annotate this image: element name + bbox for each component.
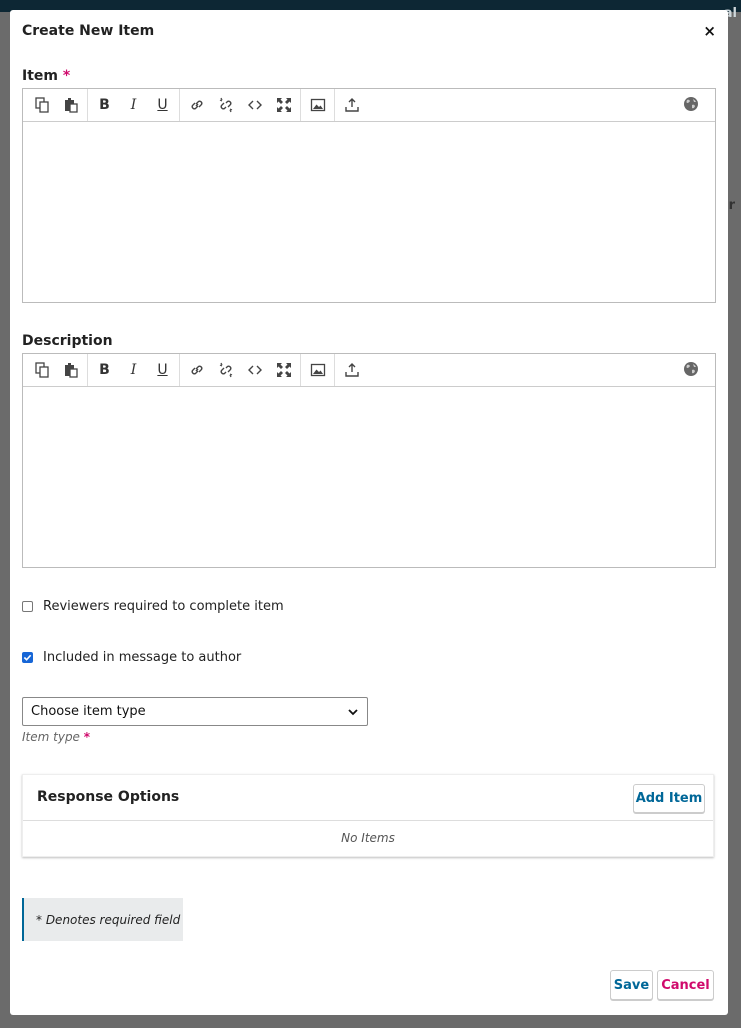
italic-button[interactable]: I	[119, 357, 148, 383]
response-options-panel: Response Options Add Item No Items	[22, 774, 714, 857]
modal-title: Create New Item	[22, 23, 155, 39]
unlink-icon[interactable]	[211, 92, 240, 118]
close-button[interactable]: ×	[703, 24, 716, 39]
included-in-message-checkbox[interactable]	[22, 652, 33, 663]
link-icon[interactable]	[182, 92, 211, 118]
response-options-empty: No Items	[341, 831, 395, 845]
unlink-icon[interactable]	[211, 357, 240, 383]
description-field-label: Description	[22, 333, 113, 349]
chevron-down-icon	[348, 708, 358, 715]
description-editor-content[interactable]	[23, 387, 715, 567]
toolbar-group-clipboard	[25, 89, 88, 121]
add-item-button[interactable]: Add Item	[633, 784, 705, 813]
paste-icon[interactable]	[56, 357, 85, 383]
required-marker: *	[83, 730, 91, 744]
backdrop-partial-text: r	[728, 198, 735, 213]
included-in-message-row[interactable]: Included in message to author	[22, 650, 241, 665]
reviewers-required-checkbox[interactable]	[22, 601, 33, 612]
code-icon[interactable]	[240, 357, 269, 383]
item-field-label: Item *	[22, 68, 70, 84]
response-options-title: Response Options	[37, 789, 180, 805]
response-options-header: Response Options Add Item	[23, 775, 713, 821]
item-editor-content[interactable]	[23, 122, 715, 302]
item-editor: B I U	[22, 88, 716, 303]
upload-icon[interactable]	[337, 357, 366, 383]
item-type-select[interactable]: Choose item type	[22, 697, 368, 726]
cancel-button[interactable]: Cancel	[657, 970, 714, 1000]
link-icon[interactable]	[182, 357, 211, 383]
upload-icon[interactable]	[337, 92, 366, 118]
fullscreen-icon[interactable]	[269, 92, 298, 118]
globe-icon[interactable]	[683, 361, 699, 381]
toolbar-group-clipboard	[25, 354, 88, 386]
copy-icon[interactable]	[27, 357, 56, 383]
item-type-description: Item type *	[22, 730, 90, 744]
description-editor: B I U	[22, 353, 716, 568]
fullscreen-icon[interactable]	[269, 357, 298, 383]
paste-icon[interactable]	[56, 92, 85, 118]
checkmark-icon	[23, 654, 32, 661]
underline-button[interactable]: U	[148, 92, 177, 118]
globe-icon[interactable]	[683, 96, 699, 116]
item-editor-toolbar: B I U	[23, 89, 715, 122]
toolbar-group-upload	[335, 354, 368, 386]
toolbar-group-insert	[180, 354, 301, 386]
required-field-note: * Denotes required field	[22, 898, 183, 941]
copy-icon[interactable]	[27, 92, 56, 118]
bold-button[interactable]: B	[90, 92, 119, 118]
underline-button[interactable]: U	[148, 357, 177, 383]
item-label-text: Item	[22, 68, 58, 84]
code-icon[interactable]	[240, 92, 269, 118]
description-editor-toolbar: B I U	[23, 354, 715, 387]
bold-button[interactable]: B	[90, 357, 119, 383]
toolbar-group-media	[301, 89, 335, 121]
toolbar-group-format: B I U	[88, 354, 180, 386]
reviewers-required-label: Reviewers required to complete item	[43, 599, 284, 614]
image-icon[interactable]	[303, 92, 332, 118]
italic-button[interactable]: I	[119, 92, 148, 118]
image-icon[interactable]	[303, 357, 332, 383]
toolbar-group-insert	[180, 89, 301, 121]
toolbar-group-format: B I U	[88, 89, 180, 121]
included-in-message-label: Included in message to author	[43, 650, 242, 665]
save-button[interactable]: Save	[610, 970, 653, 1000]
item-type-desc-text: Item type	[22, 730, 80, 744]
reviewers-required-row[interactable]: Reviewers required to complete item	[22, 599, 284, 614]
toolbar-group-upload	[335, 89, 368, 121]
create-item-modal: Create New Item × Item * B I U Descripti…	[10, 10, 728, 1015]
required-marker: *	[62, 68, 71, 84]
toolbar-group-media	[301, 354, 335, 386]
item-type-selected-value: Choose item type	[31, 704, 146, 719]
